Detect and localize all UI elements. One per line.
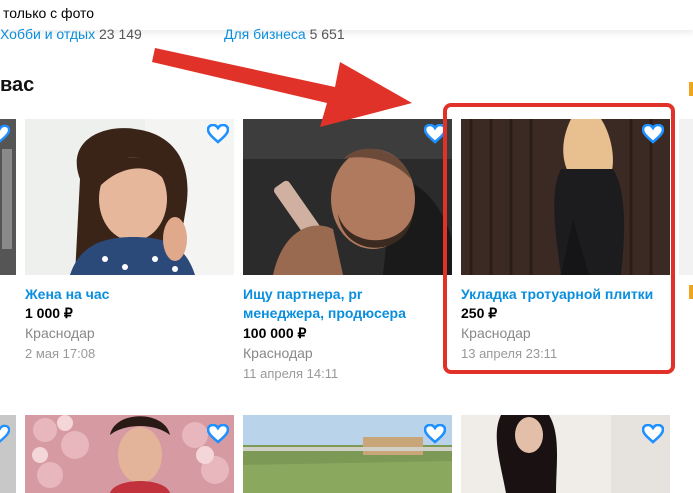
heart-icon[interactable] [207,424,229,444]
heart-icon[interactable] [642,424,664,444]
only-photo-filter[interactable]: только с фото [3,5,94,21]
category-label: Хобби и отдых [0,26,96,42]
listing-title-line: менеджера, продюсера [243,305,406,321]
category-business[interactable]: Для бизнеса 5 651 [224,26,345,42]
listing-date: 2 мая 17:08 [25,346,96,361]
listing-image[interactable] [243,119,452,275]
heart-icon[interactable] [207,124,229,144]
listing-image[interactable] [461,415,670,493]
section-title: вас [0,74,35,96]
listing-image[interactable] [25,119,234,275]
listing-date: 11 апреля 14:11 [243,366,339,381]
category-count: 5 651 [309,26,345,42]
category-label: Для бизнеса [224,26,306,42]
listing-title-line: Жена на час [25,286,110,302]
listing-image-partial[interactable] [679,119,693,275]
category-hobby[interactable]: Хобби и отдых 23 149 [0,26,142,42]
listing-image[interactable] [243,415,452,493]
orange-marker [689,285,693,299]
highlight-frame [443,103,675,374]
heart-icon[interactable] [0,124,10,144]
listing-title-line: Ищу партнера, pr [243,286,363,302]
listing-price: 1 000 ₽ [25,305,73,321]
heart-icon[interactable] [0,424,10,444]
heart-icon[interactable] [424,424,446,444]
listing-title[interactable]: Жена на час [25,285,234,304]
listing-image[interactable] [25,415,234,493]
listing-city: Краснодар [243,345,313,361]
listing-title[interactable]: Ищу партнера, pr менеджера, продюсера [243,285,452,323]
listing-price: 100 000 ₽ [243,325,307,341]
category-count: 23 149 [98,26,142,42]
orange-marker [689,82,693,96]
listing-city: Краснодар [25,325,95,341]
